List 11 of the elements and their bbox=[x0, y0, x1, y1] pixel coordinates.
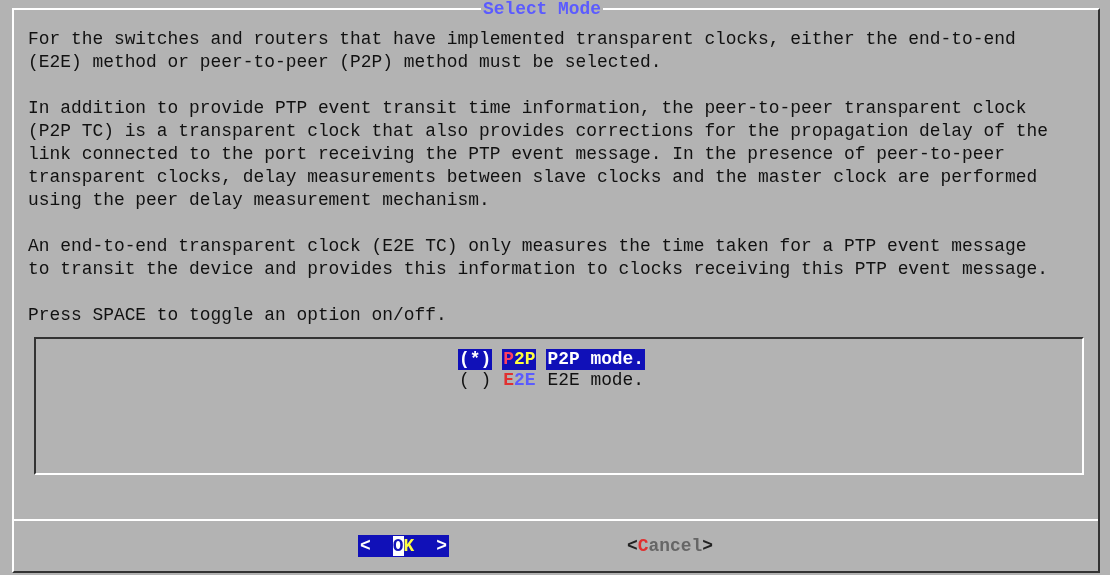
option-label: E2E mode. bbox=[546, 370, 646, 391]
ok-button[interactable]: < OK > bbox=[358, 535, 449, 557]
description-paragraph: In addition to provide PTP event transit time information, the peer-to-peer transparent clock (P2P TC) is a transparent clock that also provides corrections for the propagation delay of the link connected to the port receiving the PTP event message. In the presence of peer-to-peer transparent clocks, delay measurements between slave clocks and the master clock are performed using the peer delay measurement mechanism. bbox=[28, 97, 1049, 212]
description-paragraph: For the switches and routers that have implemented transparent clocks, either the end-to-end (E2E) method or peer-to-peer (P2P) method must be selected. bbox=[28, 28, 1017, 74]
radio-indicator[interactable]: (*) bbox=[458, 349, 493, 370]
option-tag[interactable]: P2P bbox=[502, 349, 537, 370]
description-paragraph: An end-to-end transparent clock (E2E TC) only measures the time taken for a PTP event message to transit the device and provides this information to clocks receiving this PTP event message. bbox=[28, 235, 1049, 281]
instruction-text: Press SPACE to toggle an option on/off. bbox=[28, 304, 448, 327]
option-label: P2P mode. bbox=[546, 349, 646, 370]
radio-indicator[interactable]: ( ) bbox=[458, 370, 493, 391]
cancel-button[interactable]: <Cancel> bbox=[625, 535, 715, 557]
